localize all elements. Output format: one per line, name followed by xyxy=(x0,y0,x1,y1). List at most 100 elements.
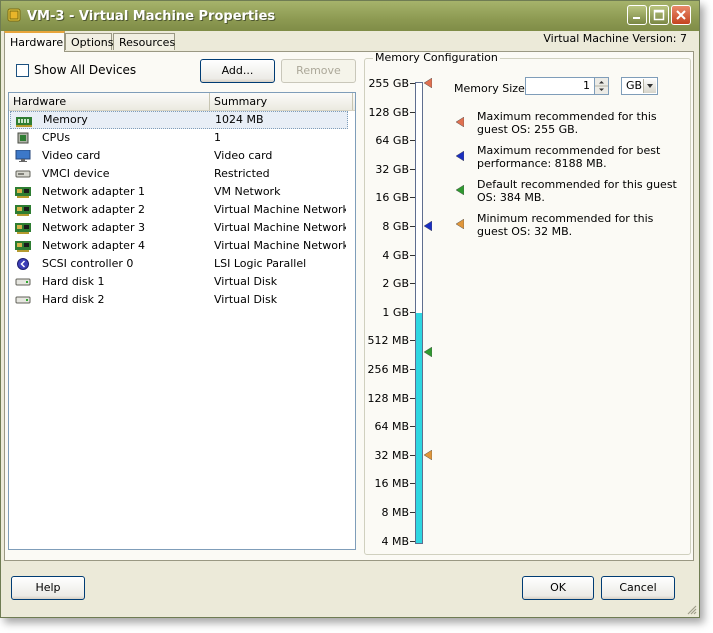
tab-options[interactable]: Options xyxy=(65,33,113,50)
dropdown-arrow[interactable] xyxy=(643,79,656,93)
hard-disk-icon xyxy=(15,278,31,286)
vm-properties-window: VM-3 - Virtual Machine Properties Hardwa… xyxy=(0,0,700,618)
show-all-devices-label: Show All Devices xyxy=(34,63,137,77)
close-button[interactable] xyxy=(671,5,691,25)
hardware-summary: Virtual Disk xyxy=(214,293,278,306)
scale-tick xyxy=(410,83,415,84)
hardware-row-vmci-device[interactable]: VMCI device Restricted xyxy=(10,165,348,183)
tab-hardware[interactable]: Hardware xyxy=(4,31,65,52)
help-button[interactable]: Help xyxy=(11,576,85,600)
minimize-icon xyxy=(633,17,640,19)
hardware-name: Memory xyxy=(43,113,88,126)
memory-slider-fill xyxy=(416,312,422,543)
legend-marker-icon xyxy=(456,117,464,127)
hardware-summary: Video card xyxy=(214,149,273,162)
hardware-row-network-adapter-1[interactable]: Network adapter 1 VM Network xyxy=(10,183,348,201)
hardware-name: Network adapter 1 xyxy=(42,185,145,198)
scale-label: 8 GB xyxy=(382,220,409,233)
memory-unit-select[interactable]: GB xyxy=(621,77,658,95)
scale-label: 32 MB xyxy=(374,448,409,462)
hardware-row-network-adapter-4[interactable]: Network adapter 4 Virtual Machine Networ… xyxy=(10,237,348,255)
hardware-summary: LSI Logic Parallel xyxy=(214,257,307,270)
memory-marker-icon xyxy=(424,78,432,88)
memory-configuration-title: Memory Configuration xyxy=(373,51,500,64)
legend-text: Minimum recommended for this guest OS: 3… xyxy=(477,212,654,238)
scale-tick xyxy=(410,140,415,142)
remove-button[interactable]: Remove xyxy=(281,59,356,83)
hard-disk-icon xyxy=(15,296,31,304)
hardware-name: Network adapter 2 xyxy=(42,203,145,216)
vm-app-icon xyxy=(7,8,21,22)
hardware-row-hard-disk-2[interactable]: Hard disk 2 Virtual Disk xyxy=(10,291,348,309)
scale-tick xyxy=(410,540,415,542)
scale-label: 4 MB xyxy=(381,534,409,548)
memory-size-label: Memory Size: xyxy=(454,82,529,95)
scale-label: 1 GB xyxy=(382,305,409,319)
scale-label: 512 MB xyxy=(367,334,409,348)
maximize-button[interactable] xyxy=(649,5,669,25)
memory-slider-bar[interactable] xyxy=(415,82,423,544)
column-header-hardware[interactable]: Hardware xyxy=(9,93,210,110)
resize-grip-icon[interactable] xyxy=(685,603,697,615)
hardware-row-memory[interactable]: Memory 1024 MB xyxy=(10,111,348,129)
network-adapter-icon xyxy=(15,205,31,216)
hardware-row-hard-disk-1[interactable]: Hard disk 1 Virtual Disk xyxy=(10,273,348,291)
scale-tick xyxy=(410,397,415,399)
monitor-icon xyxy=(15,150,31,162)
memory-marker-icon xyxy=(424,220,432,231)
hardware-name: Hard disk 2 xyxy=(42,293,105,306)
cpu-icon xyxy=(17,132,29,144)
maximize-icon xyxy=(653,9,665,21)
hardware-summary: Virtual Machine Network xyxy=(214,203,346,216)
hardware-list[interactable]: Hardware Summary Memory 1024 MB CPUs 1 V… xyxy=(8,92,356,550)
add-button[interactable]: Add... xyxy=(200,59,275,83)
scale-tick xyxy=(410,226,415,227)
scale-tick xyxy=(410,283,415,285)
memory-size-input[interactable]: 1 xyxy=(525,77,595,95)
scale-tick xyxy=(410,426,415,428)
scale-tick xyxy=(410,369,415,370)
legend-text: Maximum recommended for this guest OS: 2… xyxy=(477,110,657,136)
hardware-name: Network adapter 4 xyxy=(42,239,145,252)
hardware-summary: Restricted xyxy=(214,167,270,180)
scale-tick xyxy=(410,340,415,342)
column-header-summary[interactable]: Summary xyxy=(210,93,353,110)
hardware-row-cpus[interactable]: CPUs 1 xyxy=(10,129,348,147)
memory-size-spinner[interactable] xyxy=(595,77,609,95)
spinner-arrows-icon[interactable] xyxy=(595,78,608,94)
close-icon xyxy=(676,10,686,20)
hardware-row-network-adapter-2[interactable]: Network adapter 2 Virtual Machine Networ… xyxy=(10,201,348,219)
ok-button[interactable]: OK xyxy=(522,576,594,600)
scale-label: 4 GB xyxy=(382,248,409,262)
cancel-button[interactable]: Cancel xyxy=(601,576,675,600)
memory-unit-value: GB xyxy=(626,79,643,92)
hardware-summary: 1 xyxy=(214,131,221,144)
chevron-down-icon xyxy=(647,84,653,88)
network-adapter-icon xyxy=(15,223,31,234)
scsi-controller-icon xyxy=(17,258,29,270)
scale-label: 8 MB xyxy=(381,506,409,519)
tab-resources[interactable]: Resources xyxy=(113,33,175,50)
hardware-row-scsi-controller-0[interactable]: SCSI controller 0 LSI Logic Parallel xyxy=(10,255,348,273)
legend-marker-icon xyxy=(456,219,464,229)
scale-tick xyxy=(410,483,415,485)
hardware-tab-panel: Show All Devices Add... Remove Hardware … xyxy=(4,51,694,561)
title-bar[interactable]: VM-3 - Virtual Machine Properties xyxy=(1,1,699,31)
scale-label: 128 GB xyxy=(368,105,409,119)
minimize-button[interactable] xyxy=(627,5,647,25)
scale-label: 32 GB xyxy=(375,162,409,176)
checkbox-box[interactable] xyxy=(16,64,29,77)
scale-tick xyxy=(410,454,415,456)
hardware-row-network-adapter-3[interactable]: Network adapter 3 Virtual Machine Networ… xyxy=(10,219,348,237)
hardware-summary: 1024 MB xyxy=(215,113,264,126)
hardware-list-header: Hardware Summary xyxy=(9,93,355,111)
scale-label: 255 GB xyxy=(368,77,409,90)
scale-tick xyxy=(410,168,415,170)
legend-marker-icon xyxy=(456,151,464,161)
hardware-name: VMCI device xyxy=(42,167,110,180)
scale-label: 128 MB xyxy=(367,391,409,405)
memory-icon xyxy=(16,117,32,127)
hardware-name: Network adapter 3 xyxy=(42,221,145,234)
hardware-row-video-card[interactable]: Video card Video card xyxy=(10,147,348,165)
vm-version-label: Virtual Machine Version: 7 xyxy=(543,32,687,45)
